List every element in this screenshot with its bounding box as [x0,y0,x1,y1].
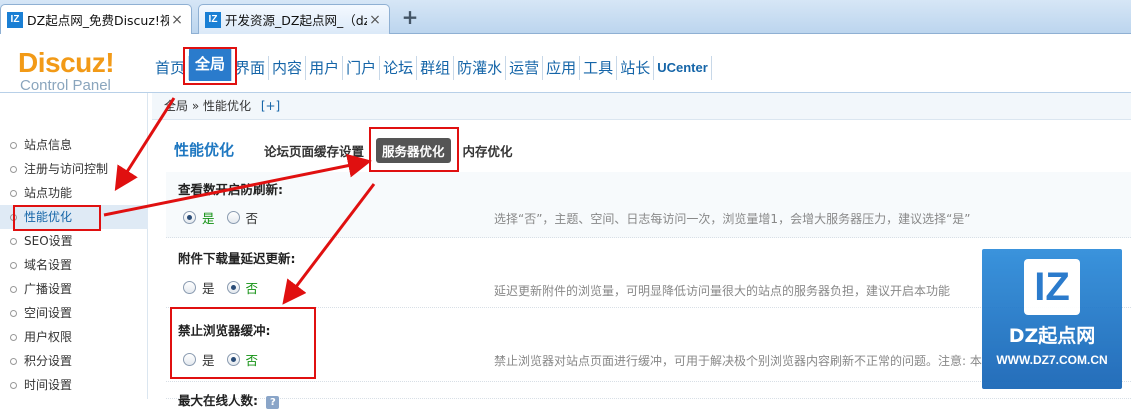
setting-title: 查看数开启防刷新: [178,182,283,197]
radio-no[interactable]: 否 [226,208,259,227]
radio-unchecked-icon[interactable] [183,281,196,294]
browser-tab-2[interactable]: IZ 开发资源_DZ起点网_（dz7 × [198,4,390,34]
sidebar-item-time[interactable]: 时间设置 [0,373,148,397]
nav-users[interactable]: 用户 [306,56,344,80]
nav-anti-spam[interactable]: 防灌水 [454,56,507,80]
nav-operation[interactable]: 运营 [506,56,544,80]
nav-forum[interactable]: 论坛 [380,56,418,80]
dz7-watermark: IZ DZ起点网 WWW.DZ7.COM.CN [982,249,1122,389]
nav-ucenter[interactable]: UCenter [654,56,712,80]
radio-yes-label: 是 [202,211,215,226]
logo-brand: Discuz! [18,47,115,78]
close-tab-icon[interactable]: × [169,12,185,28]
help-icon[interactable]: ? [266,396,280,409]
breadcrumb: 全局 » 性能优化 [+] [152,93,1131,120]
browser-tab-strip: IZ DZ起点网_免费Discuz!视频 × IZ 开发资源_DZ起点网_（dz… [0,0,1131,34]
dz-logo-icon: IZ [1024,259,1080,315]
site-favicon-icon: IZ [7,11,23,28]
sidebar-item-seo[interactable]: SEO设置 [0,229,148,253]
new-tab-button[interactable]: + [400,7,420,28]
sidebar-item-site-features[interactable]: 站点功能 [0,181,148,205]
sidebar-item-register-access[interactable]: 注册与访问控制 [0,157,148,181]
nav-interface[interactable]: 界面 [232,56,270,80]
radio-unchecked-icon[interactable] [226,211,240,224]
setting-title: 最大在线人数: ? [178,390,280,409]
tab-title: DZ起点网_免费Discuz!视频 [27,13,169,28]
sidebar-list: 站点信息 注册与访问控制 站点功能 性能优化 SEO设置 域名设置 广播设置 空… [0,133,148,397]
nav-content[interactable]: 内容 [269,56,307,80]
sidebar-item-credits[interactable]: 积分设置 [0,349,148,373]
add-shortcut-button[interactable]: [+] [261,99,280,113]
radio-yes-label: 是 [202,281,215,296]
sidebar-item-domain[interactable]: 域名设置 [0,253,148,277]
radio-checked-icon[interactable] [183,211,196,224]
admin-header: Discuz! Control Panel 首页 全局 界面 内容 用户 门户 … [0,35,1131,95]
watermark-name: DZ起点网 [1008,325,1096,347]
radio-no[interactable]: 否 [226,278,259,297]
radio-group: 是 否 [183,278,270,297]
page-title: 性能优化 [174,141,235,159]
browser-tab-1[interactable]: IZ DZ起点网_免费Discuz!视频 × [0,4,192,34]
radio-yes[interactable]: 是 [183,208,215,227]
radio-yes[interactable]: 是 [183,278,215,297]
sidebar-item-broadcast[interactable]: 广播设置 [0,277,148,301]
annotation-box-setting [170,307,316,379]
tab-memory-optimization[interactable]: 内存优化 [459,139,517,162]
watermark-url: WWW.DZ7.COM.CN [996,353,1108,367]
nav-tools[interactable]: 工具 [580,56,618,80]
nav-group[interactable]: 群组 [417,56,455,80]
setting-description: 选择“否”，主题、空间、日志每访问一次，浏览量增1，会增大服务器压力，建议选择“… [494,212,971,226]
sidebar-item-space[interactable]: 空间设置 [0,301,148,325]
close-tab-icon[interactable]: × [367,12,383,28]
radio-group: 是 否 [183,208,270,227]
annotation-box-sidebar [13,205,101,231]
setting-description: 延迟更新附件的浏览量，可明显降低访问量很大的站点的服务器负担，建议开启本功能 [494,284,951,298]
setting-title: 附件下载量延迟更新: [178,251,296,266]
sidebar-item-permissions[interactable]: 用户权限 [0,325,148,349]
discuz-logo[interactable]: Discuz! Control Panel [18,49,138,95]
nav-webmaster[interactable]: 站长 [617,56,655,80]
radio-checked-icon[interactable] [226,281,240,294]
tab-title: 开发资源_DZ起点网_（dz7 [225,13,367,28]
sidebar-item-site-info[interactable]: 站点信息 [0,133,148,157]
radio-no-label: 否 [245,281,259,296]
nav-portal[interactable]: 门户 [343,56,381,80]
radio-no-label: 否 [245,211,259,226]
breadcrumb-path[interactable]: 全局 » 性能优化 [164,99,251,113]
nav-apps[interactable]: 应用 [543,56,581,80]
annotation-box-subtab [369,127,459,172]
annotation-box-nav [183,47,237,85]
site-favicon-icon: IZ [205,11,221,28]
sidebar: 站点信息 注册与访问控制 站点功能 性能优化 SEO设置 域名设置 广播设置 空… [0,93,148,399]
setting-description: 禁止浏览器对站点页面进行缓冲，可用于解决极个别浏览器内容刷新不正常的问题。注意:… [494,354,982,368]
setting-title-text: 最大在线人数: [178,393,258,408]
tab-forum-cache[interactable]: 论坛页面缓存设置 [260,139,368,162]
setting-view-antirefresh: 查看数开启防刷新: 是 否 选择“否”，主题、空间、日志每访问一次，浏览量增1，… [166,172,1131,238]
